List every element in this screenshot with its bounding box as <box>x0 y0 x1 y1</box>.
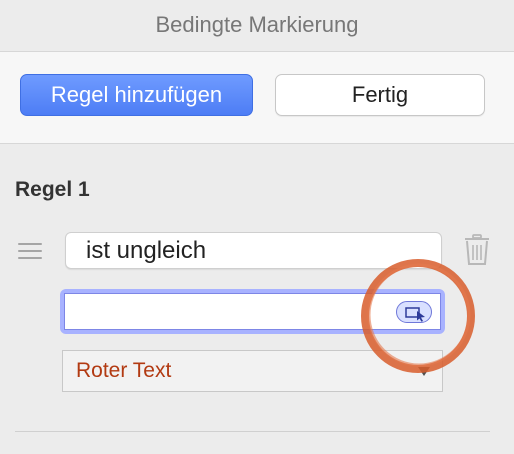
value-input-focus-ring <box>60 289 445 334</box>
trash-icon-graphic <box>465 234 489 265</box>
cell-picker-graphic <box>405 307 425 322</box>
chevron-down-icon <box>418 367 430 376</box>
cell-picker-icon[interactable] <box>396 301 432 323</box>
panel-header: Bedingte Markierung <box>0 0 514 50</box>
format-select-label: Roter Text <box>76 359 172 382</box>
panel-title: Bedingte Markierung <box>155 12 359 37</box>
value-input[interactable] <box>64 293 441 330</box>
done-button[interactable]: Fertig <box>275 74 485 116</box>
format-select[interactable]: Roter Text <box>62 350 443 392</box>
toolbar: Regel hinzufügen Fertig <box>0 52 514 143</box>
add-rule-button[interactable]: Regel hinzufügen <box>20 74 253 116</box>
rule-title: Regel 1 <box>15 178 90 201</box>
toolbar-divider <box>0 143 514 144</box>
condition-select-label: ist ungleich <box>86 236 207 264</box>
section-divider <box>15 431 490 432</box>
trash-icon[interactable] <box>463 234 491 266</box>
drag-handle-icon[interactable] <box>18 243 42 259</box>
condition-select[interactable]: ist ungleich <box>65 232 442 269</box>
